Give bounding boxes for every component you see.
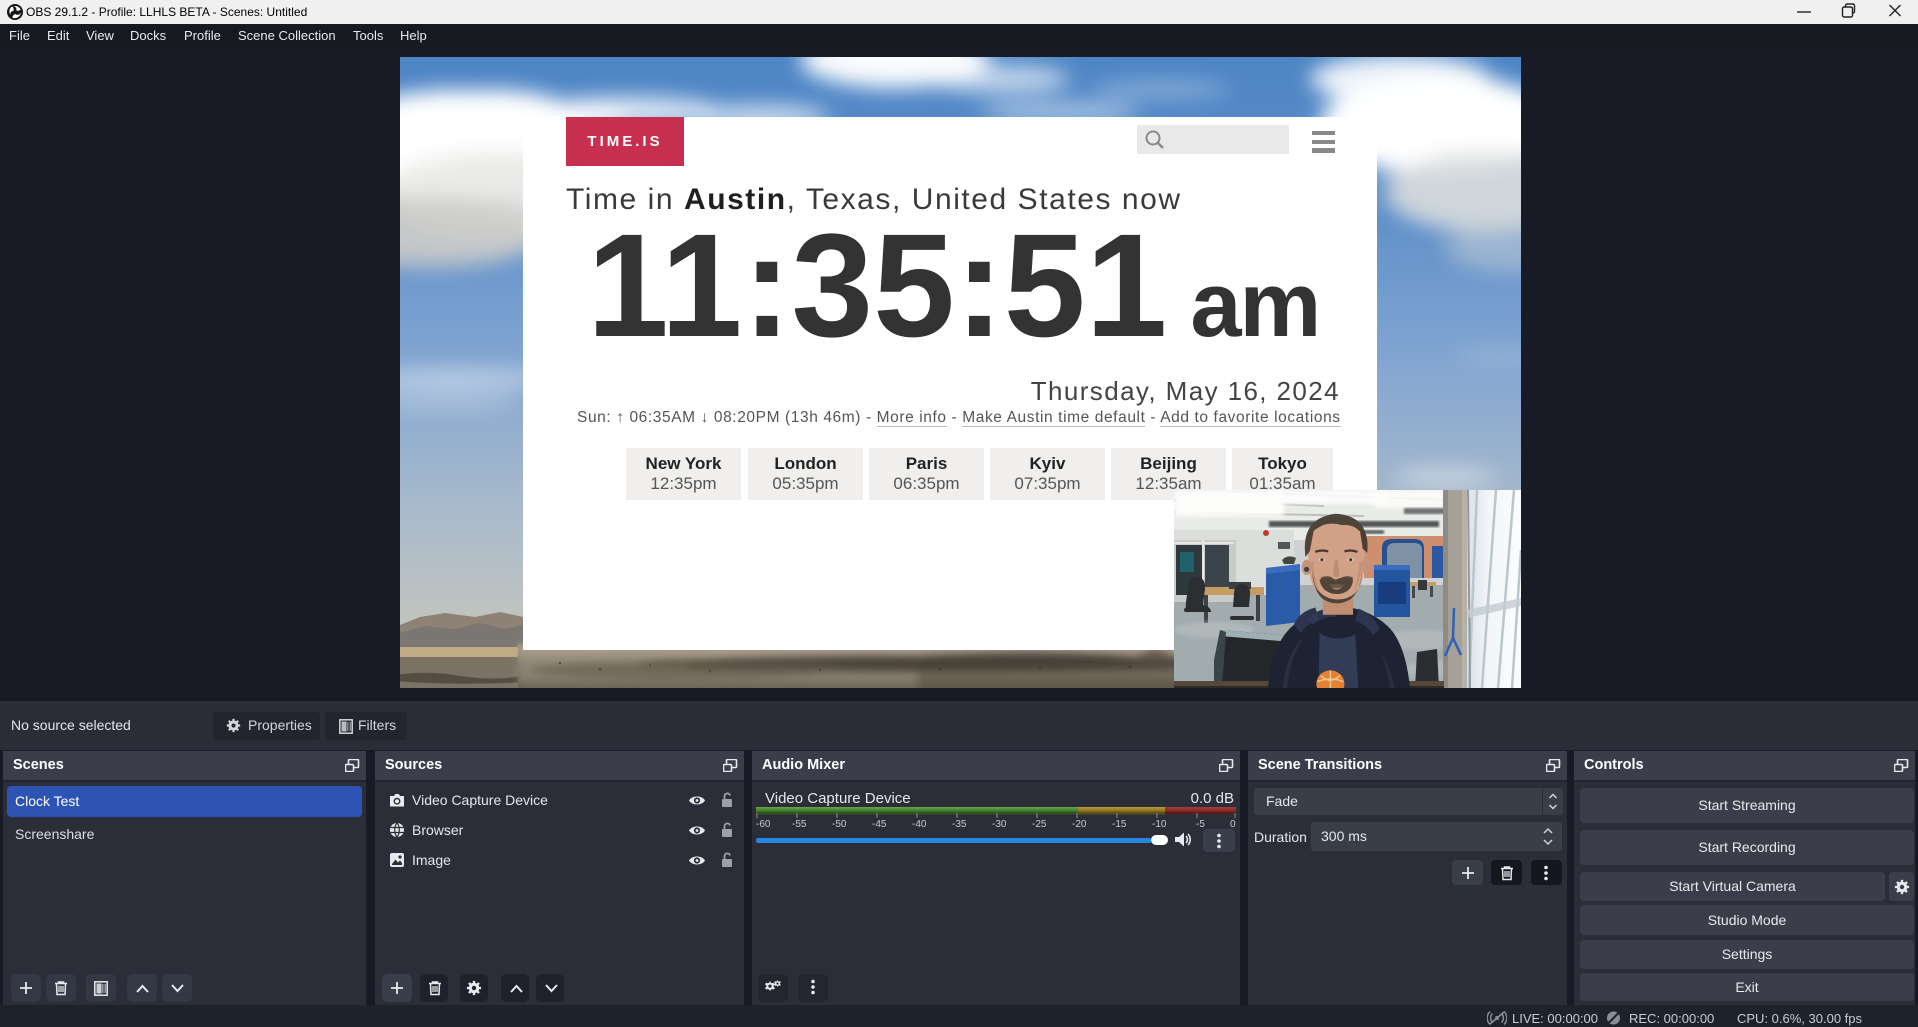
svg-text:-15: -15 [1112, 819, 1127, 829]
svg-text:-55: -55 [792, 819, 807, 829]
svg-text:-30: -30 [992, 819, 1007, 829]
svg-text:-50: -50 [832, 819, 847, 829]
svg-text:-20: -20 [1072, 819, 1087, 829]
svg-text:-45: -45 [872, 819, 887, 829]
svg-text:-25: -25 [1032, 819, 1047, 829]
svg-text:-60: -60 [756, 819, 771, 829]
svg-text:0: 0 [1230, 819, 1236, 829]
svg-text:-5: -5 [1196, 819, 1205, 829]
svg-text:-35: -35 [952, 819, 967, 829]
svg-text:-10: -10 [1152, 819, 1167, 829]
svg-text:-40: -40 [912, 819, 927, 829]
